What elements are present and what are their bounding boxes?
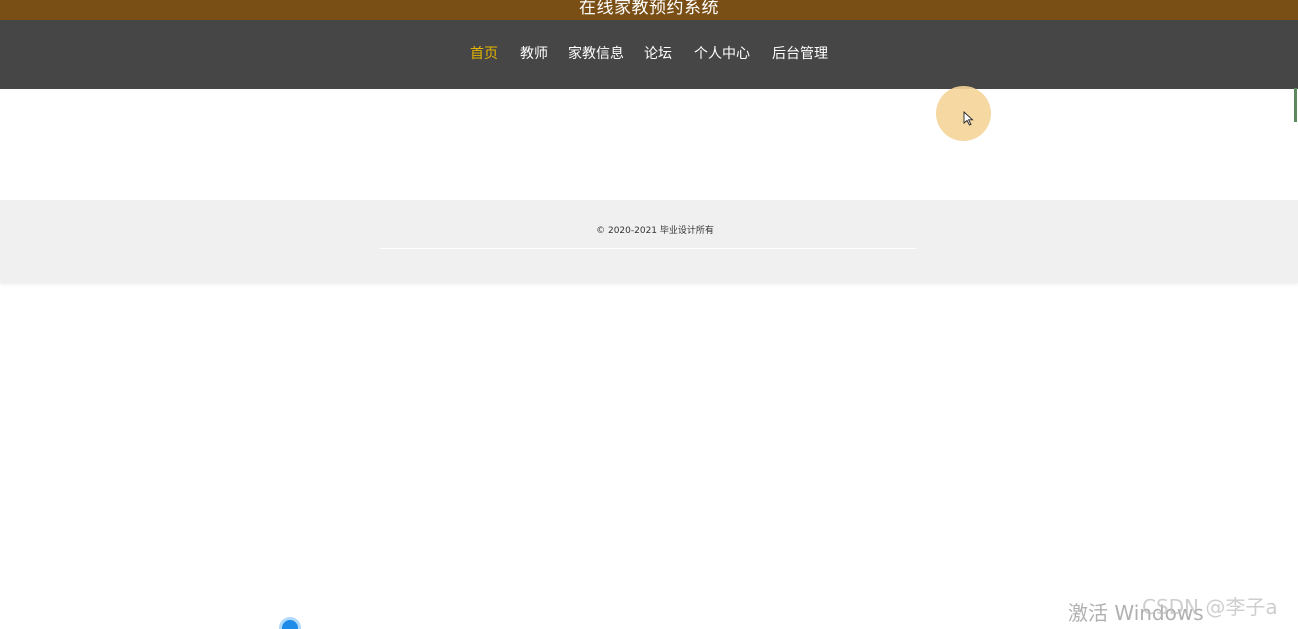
main-navbar: 首页 教师 家教信息 论坛 个人中心 后台管理 [0,20,1298,89]
site-title: 在线家教预约系统 [579,0,719,18]
footer-divider [380,248,916,249]
mouse-pointer-icon [963,111,974,126]
nav-item-admin[interactable]: 后台管理 [772,44,828,64]
floating-blue-dot[interactable] [282,620,298,629]
csdn-watermark: CSDN @李子a [1142,595,1278,619]
nav-item-teachers[interactable]: 教师 [520,44,548,64]
nav-item-personal-center[interactable]: 个人中心 [694,44,750,64]
nav-menu: 首页 教师 家教信息 论坛 个人中心 后台管理 [0,44,1298,64]
main-content [0,89,1298,200]
nav-item-forum[interactable]: 论坛 [644,44,672,64]
title-bar: 在线家教预约系统 [0,0,1298,20]
copyright-text: © 2020-2021 毕业设计所有 [596,226,714,236]
footer: © 2020-2021 毕业设计所有 [0,200,1298,283]
scrollbar-edge[interactable] [1294,88,1297,122]
nav-item-home[interactable]: 首页 [470,44,498,64]
nav-item-tutoring-info[interactable]: 家教信息 [568,44,624,64]
